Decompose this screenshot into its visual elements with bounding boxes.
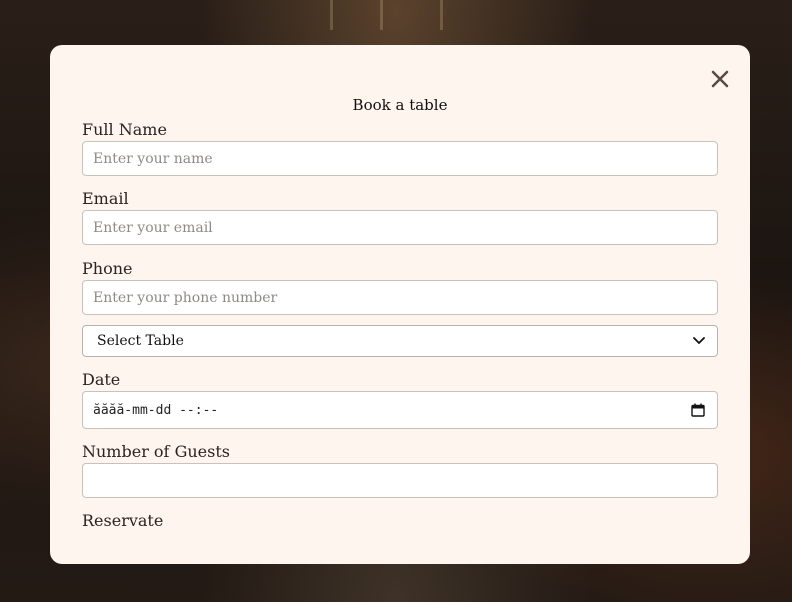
modal-title: Book a table: [352, 96, 448, 114]
date-label: Date: [82, 370, 121, 389]
table-select[interactable]: Select Table: [82, 325, 718, 357]
close-button[interactable]: [708, 67, 732, 91]
email-label: Email: [82, 189, 129, 208]
chandelier-decoration: [440, 0, 443, 30]
full-name-label: Full Name: [82, 120, 167, 139]
table-select-value: Select Table: [97, 333, 184, 349]
full-name-input[interactable]: [82, 141, 718, 176]
guests-label: Number of Guests: [82, 442, 230, 461]
date-input[interactable]: ăăăă-mm-dd --:--: [82, 391, 718, 429]
date-input-value: ăăăă-mm-dd --:--: [93, 402, 219, 418]
chandelier-decoration: [330, 0, 333, 30]
phone-label: Phone: [82, 259, 133, 278]
booking-modal: Book a table Full Name Email Phone Selec…: [50, 45, 750, 564]
guests-input[interactable]: [82, 463, 718, 498]
calendar-icon[interactable]: [691, 403, 705, 417]
chevron-down-icon: [693, 337, 705, 344]
close-icon: [711, 70, 729, 88]
email-input[interactable]: [82, 210, 718, 245]
phone-input[interactable]: [82, 280, 718, 315]
chandelier-decoration: [380, 0, 383, 30]
reservate-button[interactable]: Reservate: [82, 511, 163, 530]
